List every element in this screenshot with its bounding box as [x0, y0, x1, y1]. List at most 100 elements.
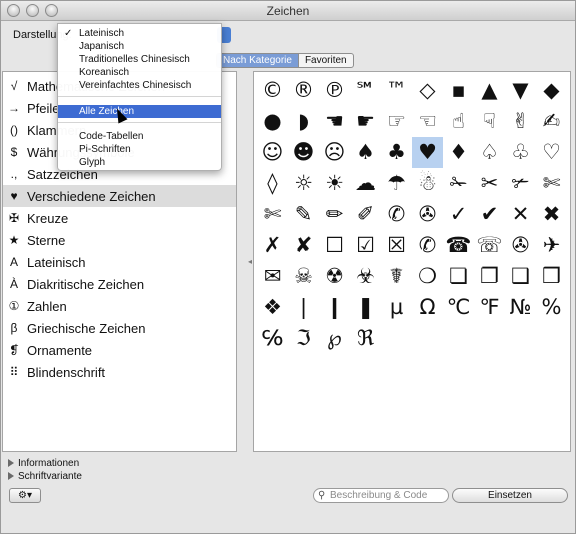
info-disclosure[interactable]: Informationen: [8, 458, 79, 469]
menu-item[interactable]: ✓ Lateinisch: [58, 27, 221, 40]
glyph-cell[interactable]: ✘: [288, 230, 319, 261]
glyph-cell[interactable]: ℗: [319, 75, 350, 106]
glyph-cell[interactable]: ✉: [257, 261, 288, 292]
glyph-cell[interactable]: ♥: [412, 137, 443, 168]
glyph-cell[interactable]: ✆: [412, 230, 443, 261]
glyph-cell[interactable]: ☒: [381, 230, 412, 261]
glyph-cell[interactable]: ☻: [288, 137, 319, 168]
glyph-cell[interactable]: ✕: [505, 199, 536, 230]
glyph-cell[interactable]: ❏: [443, 261, 474, 292]
menu-item[interactable]: Japanisch: [58, 40, 221, 53]
glyph-cell[interactable]: ♦: [443, 137, 474, 168]
glyph-cell[interactable]: ℜ: [350, 323, 381, 354]
glyph-cell[interactable]: ✆: [381, 199, 412, 230]
search-field[interactable]: ⚲ Beschreibung & Code: [313, 488, 449, 503]
category-item[interactable]: ♥ Verschiedene Zeichen: [3, 185, 236, 207]
font-variant-disclosure[interactable]: Schriftvariante: [8, 471, 82, 482]
glyph-cell[interactable]: ☜: [412, 106, 443, 137]
glyph-cell[interactable]: №: [505, 292, 536, 323]
glyph-cell[interactable]: ☐: [319, 230, 350, 261]
glyph-cell[interactable]: ☟: [474, 106, 505, 137]
menu-item[interactable]: Alle Zeichen: [58, 105, 221, 118]
glyph-cell[interactable]: ❒: [536, 261, 567, 292]
glyph-cell[interactable]: ☃: [412, 168, 443, 199]
glyph-cell[interactable]: ☛: [350, 106, 381, 137]
glyph-cell[interactable]: ❍: [412, 261, 443, 292]
glyph-cell[interactable]: ●: [257, 106, 288, 137]
glyph-cell[interactable]: ❚: [350, 292, 381, 323]
category-item[interactable]: ⠿ Blindenschrift: [3, 361, 236, 383]
tab-by-category[interactable]: Nach Kategorie: [217, 54, 299, 67]
action-gear-button[interactable]: ⚙▾: [9, 488, 41, 503]
category-item[interactable]: ❡ Ornamente: [3, 339, 236, 361]
glyph-cell[interactable]: ✍: [536, 106, 567, 137]
category-item[interactable]: ★ Sterne: [3, 229, 236, 251]
glyph-cell[interactable]: ✓: [443, 199, 474, 230]
tab-favorites[interactable]: Favoriten: [299, 54, 353, 67]
glyph-cell[interactable]: ▼: [505, 75, 536, 106]
glyph-cell[interactable]: ☎: [443, 230, 474, 261]
glyph-cell[interactable]: ✔: [474, 199, 505, 230]
glyph-cell[interactable]: ☺: [257, 137, 288, 168]
glyph-cell[interactable]: ♧: [505, 137, 536, 168]
glyph-cell[interactable]: ✗: [257, 230, 288, 261]
menu-item[interactable]: Vereinfachtes Chinesisch: [58, 79, 221, 92]
glyph-cell[interactable]: ☞: [381, 106, 412, 137]
menu-item[interactable]: Pi-Schriften: [58, 143, 221, 156]
category-item[interactable]: β Griechische Zeichen: [3, 317, 236, 339]
glyph-cell[interactable]: ℑ: [288, 323, 319, 354]
glyph-cell[interactable]: ❑: [505, 261, 536, 292]
glyph-cell[interactable]: ◆: [536, 75, 567, 106]
glyph-cell[interactable]: ♡: [536, 137, 567, 168]
menu-item[interactable]: Glyph: [58, 156, 221, 169]
glyph-cell[interactable]: ☹: [319, 137, 350, 168]
glyph-cell[interactable]: ™: [381, 75, 412, 106]
glyph-cell[interactable]: ♠: [350, 137, 381, 168]
glyph-cell[interactable]: ☢: [319, 261, 350, 292]
insert-button[interactable]: Einsetzen: [452, 488, 568, 503]
glyph-cell[interactable]: ◊: [257, 168, 288, 199]
category-item[interactable]: A Lateinisch: [3, 251, 236, 273]
glyph-cell[interactable]: ✇: [412, 199, 443, 230]
category-item[interactable]: ① Zahlen: [3, 295, 236, 317]
category-item[interactable]: ✠ Kreuze: [3, 207, 236, 229]
pane-splitter[interactable]: ◂: [242, 71, 252, 452]
glyph-cell[interactable]: ✄: [257, 199, 288, 230]
glyph-cell[interactable]: ☑: [350, 230, 381, 261]
glyph-cell[interactable]: ◇: [412, 75, 443, 106]
glyph-cell[interactable]: ☼: [288, 168, 319, 199]
glyph-cell[interactable]: ☂: [381, 168, 412, 199]
glyph-cell[interactable]: ◗: [288, 106, 319, 137]
glyph-cell[interactable]: ❐: [474, 261, 505, 292]
glyph-cell[interactable]: ℉: [474, 292, 505, 323]
glyph-cell[interactable]: µ: [381, 292, 412, 323]
glyph-cell[interactable]: ☚: [319, 106, 350, 137]
glyph-cell[interactable]: Ω: [412, 292, 443, 323]
glyph-cell[interactable]: %: [536, 292, 567, 323]
glyph-cell[interactable]: ✏: [319, 199, 350, 230]
glyph-cell[interactable]: ✄: [536, 168, 567, 199]
glyph-cell[interactable]: ✎: [288, 199, 319, 230]
category-item[interactable]: À Diakritische Zeichen: [3, 273, 236, 295]
glyph-cell[interactable]: ❙: [319, 292, 350, 323]
glyph-cell[interactable]: ☀: [319, 168, 350, 199]
glyph-cell[interactable]: ☁: [350, 168, 381, 199]
glyph-cell[interactable]: ▪: [443, 75, 474, 106]
glyph-cell[interactable]: ✐: [350, 199, 381, 230]
glyph-cell[interactable]: ℃: [443, 292, 474, 323]
menu-item[interactable]: Traditionelles Chinesisch: [58, 53, 221, 66]
glyph-cell[interactable]: ☝: [443, 106, 474, 137]
glyph-cell[interactable]: ✈: [536, 230, 567, 261]
glyph-cell[interactable]: ❘: [288, 292, 319, 323]
glyph-cell[interactable]: ♣: [381, 137, 412, 168]
glyph-cell[interactable]: ▲: [474, 75, 505, 106]
glyph-cell[interactable]: ℠: [350, 75, 381, 106]
glyph-cell[interactable]: ☣: [350, 261, 381, 292]
glyph-cell[interactable]: ✂: [474, 168, 505, 199]
glyph-cell[interactable]: ℅: [257, 323, 288, 354]
glyph-cell[interactable]: ℘: [319, 323, 350, 354]
glyph-cell[interactable]: ☠: [288, 261, 319, 292]
glyph-cell[interactable]: ✇: [505, 230, 536, 261]
glyph-cell[interactable]: ✃: [505, 168, 536, 199]
menu-item[interactable]: Code-Tabellen: [58, 130, 221, 143]
